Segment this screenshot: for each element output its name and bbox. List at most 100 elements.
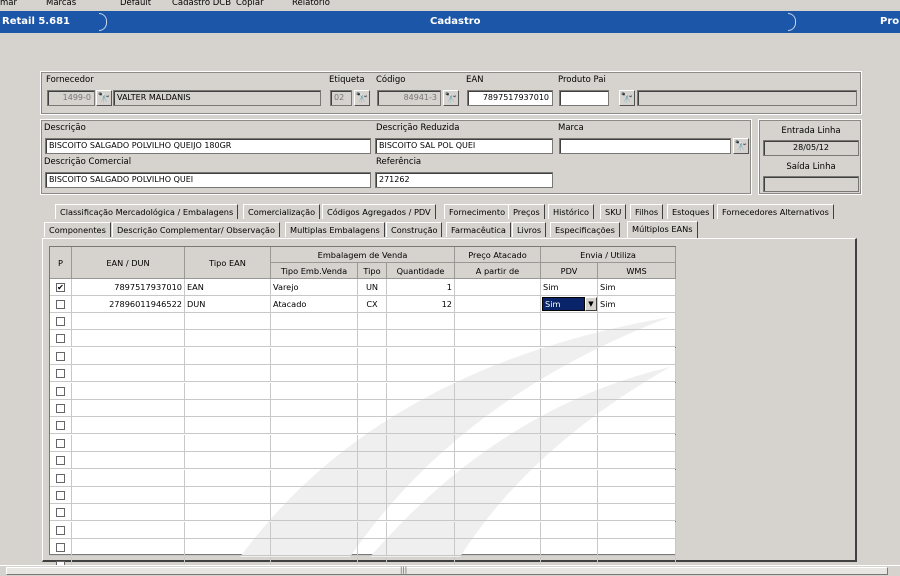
produto-pai-desc-field[interactable] xyxy=(637,90,857,106)
empty-cell[interactable] xyxy=(185,347,271,365)
empty-cell[interactable] xyxy=(271,487,358,504)
empty-cell[interactable] xyxy=(358,452,387,470)
empty-cell[interactable] xyxy=(185,504,271,522)
empty-cell[interactable] xyxy=(271,330,358,348)
empty-cell[interactable] xyxy=(72,400,185,417)
empty-cell[interactable] xyxy=(358,313,387,330)
codigo-search-button[interactable]: 🔭 xyxy=(443,90,459,106)
empty-cell[interactable] xyxy=(185,434,271,452)
ean-cell[interactable]: 27896011946522 xyxy=(72,296,185,313)
empty-cell[interactable] xyxy=(72,487,185,504)
empty-cell[interactable] xyxy=(358,382,387,400)
empty-cell[interactable] xyxy=(598,504,676,522)
row-select-checkbox[interactable] xyxy=(56,438,65,448)
tab-fornecimento[interactable]: Fornecimento xyxy=(444,204,511,219)
chevron-down-icon[interactable]: ▼ xyxy=(585,297,597,311)
fornecedor-search-button[interactable]: 🔭 xyxy=(96,90,112,106)
empty-cell[interactable] xyxy=(541,347,598,365)
empty-cell[interactable] xyxy=(387,313,455,330)
empty-cell[interactable] xyxy=(271,452,358,470)
empty-cell[interactable] xyxy=(358,347,387,365)
empty-cell[interactable] xyxy=(455,504,541,522)
menu-item-cadastro-dcb[interactable]: Cadastro DCB xyxy=(172,0,231,8)
horizontal-scrollbar[interactable]: ||| xyxy=(0,565,900,576)
etiqueta-field[interactable]: 02 xyxy=(330,90,352,106)
empty-cell[interactable] xyxy=(387,330,455,348)
row-select-checkbox[interactable] xyxy=(56,543,65,553)
tab-sku[interactable]: SKU xyxy=(600,204,627,219)
empty-cell[interactable] xyxy=(598,382,676,400)
empty-cell[interactable] xyxy=(358,504,387,522)
empty-cell[interactable] xyxy=(598,539,676,557)
row-select-checkbox[interactable]: ✔ xyxy=(56,283,65,292)
empty-cell[interactable] xyxy=(541,365,598,383)
empty-cell[interactable] xyxy=(271,504,358,522)
tipo-emb-cell[interactable]: Varejo xyxy=(271,279,358,296)
empty-cell[interactable] xyxy=(541,539,598,557)
tab-filhos[interactable]: Filhos xyxy=(630,204,664,219)
empty-cell[interactable] xyxy=(541,504,598,522)
quantidade-cell[interactable]: 12 xyxy=(387,296,455,313)
empty-cell[interactable] xyxy=(72,452,185,470)
empty-cell[interactable] xyxy=(598,487,676,504)
empty-cell[interactable] xyxy=(455,400,541,417)
empty-cell[interactable] xyxy=(72,365,185,383)
row-select-checkbox[interactable] xyxy=(56,421,65,431)
empty-cell[interactable] xyxy=(455,365,541,383)
empty-cell[interactable] xyxy=(358,400,387,417)
empty-cell[interactable] xyxy=(72,313,185,330)
tab-descricao-complementar[interactable]: Descrição Complementar/ Observação xyxy=(112,222,280,237)
tab-construcao[interactable]: Construção xyxy=(386,222,443,237)
row-select-checkbox[interactable] xyxy=(56,351,65,361)
empty-cell[interactable] xyxy=(72,382,185,400)
marca-field[interactable] xyxy=(559,138,731,154)
empty-cell[interactable] xyxy=(358,469,387,487)
tab-historico[interactable]: Histórico xyxy=(548,204,595,219)
tab-componentes[interactable]: Componentes xyxy=(44,222,111,237)
empty-cell[interactable] xyxy=(72,504,185,522)
tab-comercializacao[interactable]: Comercialização xyxy=(243,204,321,219)
empty-cell[interactable] xyxy=(185,487,271,504)
empty-cell[interactable] xyxy=(72,521,185,539)
row-select-checkbox[interactable] xyxy=(56,334,65,344)
empty-cell[interactable] xyxy=(185,417,271,435)
wms-cell[interactable]: Sim xyxy=(598,279,676,296)
empty-cell[interactable] xyxy=(185,382,271,400)
empty-cell[interactable] xyxy=(358,434,387,452)
descricao-field[interactable]: BISCOITO SALGADO POLVILHO QUEIJO 180GR xyxy=(45,138,371,154)
codigo-field[interactable]: 84941-3 xyxy=(377,90,441,106)
tab-codigos-agregados[interactable]: Códigos Agregados / PDV xyxy=(322,204,436,219)
tab-estoques[interactable]: Estoques xyxy=(667,204,715,219)
empty-cell[interactable] xyxy=(598,452,676,470)
empty-cell[interactable] xyxy=(387,382,455,400)
empty-cell[interactable] xyxy=(72,539,185,557)
referencia-field[interactable]: 271262 xyxy=(375,172,553,188)
empty-cell[interactable] xyxy=(185,313,271,330)
tab-classificacao[interactable]: Classificação Mercadológica / Embalagens xyxy=(55,204,239,219)
empty-cell[interactable] xyxy=(358,539,387,557)
empty-cell[interactable] xyxy=(72,417,185,435)
empty-cell[interactable] xyxy=(455,469,541,487)
row-select-checkbox[interactable] xyxy=(56,473,65,483)
empty-cell[interactable] xyxy=(358,487,387,504)
empty-cell[interactable] xyxy=(358,521,387,539)
empty-cell[interactable] xyxy=(387,434,455,452)
empty-cell[interactable] xyxy=(358,330,387,348)
empty-cell[interactable] xyxy=(598,313,676,330)
pdv-dropdown[interactable]: Sim xyxy=(542,297,585,311)
empty-cell[interactable] xyxy=(455,347,541,365)
a-partir-de-cell[interactable] xyxy=(455,279,541,296)
empty-cell[interactable] xyxy=(387,417,455,435)
empty-cell[interactable] xyxy=(185,365,271,383)
empty-cell[interactable] xyxy=(541,313,598,330)
empty-cell[interactable] xyxy=(541,487,598,504)
row-select-checkbox[interactable] xyxy=(56,525,65,535)
menu-item-marcas[interactable]: Marcas xyxy=(46,0,76,8)
empty-cell[interactable] xyxy=(271,469,358,487)
empty-cell[interactable] xyxy=(271,434,358,452)
empty-cell[interactable] xyxy=(455,417,541,435)
empty-cell[interactable] xyxy=(271,382,358,400)
empty-cell[interactable] xyxy=(541,400,598,417)
empty-cell[interactable] xyxy=(271,365,358,383)
row-select-checkbox[interactable] xyxy=(56,369,65,379)
